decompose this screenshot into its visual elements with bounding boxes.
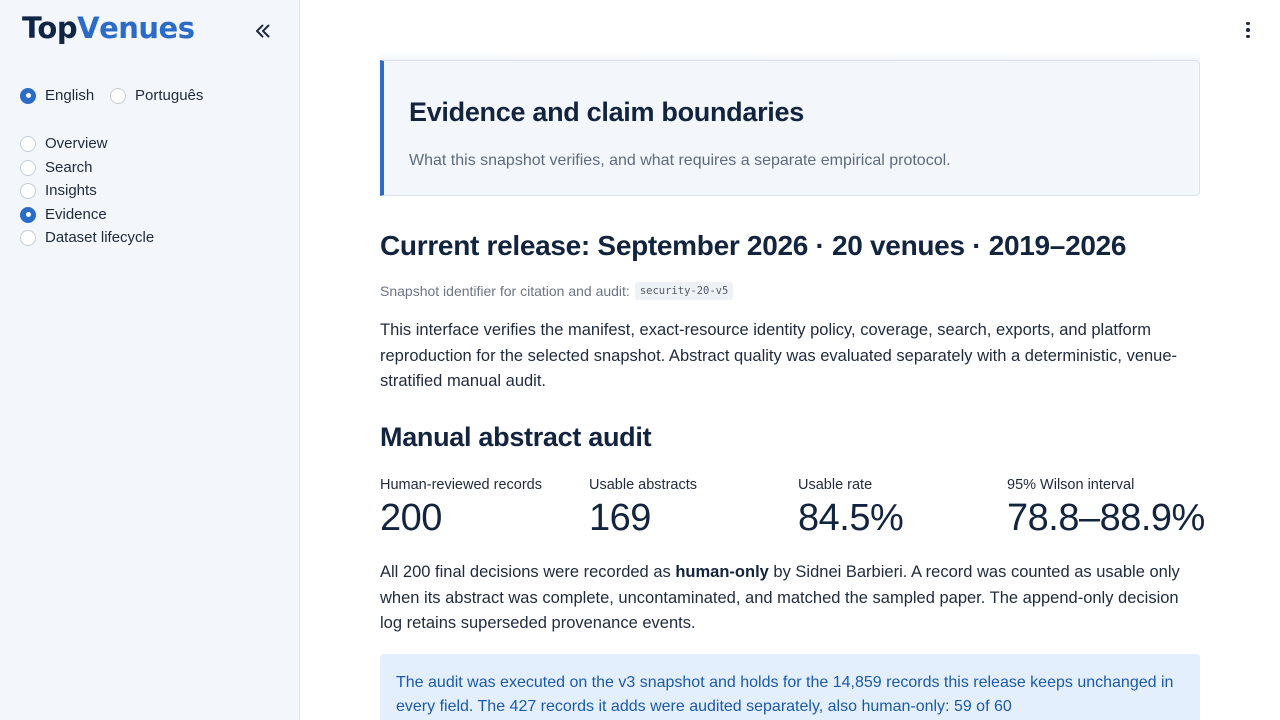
- nav-item-dataset-lifecycle[interactable]: Dataset lifecycle: [20, 229, 154, 246]
- stat-label: Human-reviewed records: [380, 477, 542, 493]
- stat-usable-rate: Usable rate 84.5%: [798, 477, 1003, 540]
- release-heading: Current release: September 2026 · 20 ven…: [380, 230, 1127, 261]
- radio-unselected-icon[interactable]: [20, 229, 36, 246]
- human-only-emphasis: human-only: [675, 563, 769, 581]
- evidence-callout: Evidence and claim boundaries What this …: [380, 60, 1200, 196]
- audit-heading: Manual abstract audit: [380, 422, 652, 452]
- radio-unselected-icon[interactable]: [20, 182, 36, 199]
- radio-unselected-icon[interactable]: [20, 159, 36, 176]
- page-title: Evidence and claim boundaries: [409, 97, 804, 127]
- nav-label: Overview: [45, 135, 108, 152]
- scroll-shadow: [380, 52, 1200, 60]
- radio-selected-icon[interactable]: [20, 87, 36, 104]
- audit-info-note: The audit was executed on the v3 snapsho…: [380, 654, 1200, 720]
- kebab-menu-icon: [1246, 21, 1250, 39]
- stat-value: 84.5%: [798, 497, 904, 539]
- nav-label: Insights: [45, 182, 97, 199]
- nav-item-overview[interactable]: Overview: [20, 135, 108, 152]
- nav-label: Dataset lifecycle: [45, 229, 155, 246]
- snapshot-id-code[interactable]: security-20-v5: [634, 282, 734, 300]
- nav-item-search[interactable]: Search: [20, 159, 93, 176]
- stat-wilson-interval: 95% Wilson interval 78.8–88.9%: [1007, 477, 1205, 540]
- page-subtitle: What this snapshot verifies, and what re…: [409, 152, 951, 169]
- sidebar: TopVenues English Português Overview Sea…: [0, 0, 300, 720]
- stat-usable-abstracts: Usable abstracts 169: [589, 477, 794, 540]
- snapshot-label: Snapshot identifier for citation and aud…: [380, 283, 630, 299]
- language-label: English: [45, 87, 95, 104]
- topvenues-logo[interactable]: TopVenues: [22, 10, 195, 46]
- stat-value: 169: [589, 497, 651, 539]
- nav-item-evidence[interactable]: Evidence: [20, 206, 107, 223]
- double-chevron-left-icon: [256, 24, 270, 38]
- radio-unselected-icon[interactable]: [110, 87, 126, 104]
- stat-label: Usable rate: [798, 477, 873, 493]
- snapshot-identifier: Snapshot identifier for citation and aud…: [380, 282, 734, 300]
- stat-label: Usable abstracts: [589, 477, 697, 493]
- language-label: Português: [135, 87, 204, 104]
- radio-unselected-icon[interactable]: [20, 135, 36, 152]
- stat-value: 78.8–88.9%: [1007, 497, 1205, 539]
- language-option-portugues[interactable]: Português: [110, 87, 203, 104]
- collapse-sidebar-button[interactable]: [250, 18, 276, 44]
- radio-selected-icon[interactable]: [20, 206, 36, 223]
- stat-label: 95% Wilson interval: [1007, 477, 1135, 493]
- audit-note-text: The audit was executed on the v3 snapsho…: [396, 674, 1174, 715]
- language-option-english[interactable]: English: [20, 87, 94, 104]
- audit-paragraph: All 200 final decisions were recorded as…: [380, 563, 1180, 632]
- nav-label: Evidence: [45, 206, 107, 223]
- release-paragraph: This interface verifies the manifest, ex…: [380, 321, 1178, 390]
- stat-value: 200: [380, 497, 442, 539]
- nav-label: Search: [45, 159, 93, 176]
- nav-item-insights[interactable]: Insights: [20, 182, 97, 199]
- stat-reviewed-records: Human-reviewed records 200: [380, 477, 585, 540]
- main-menu-button[interactable]: [1236, 18, 1260, 42]
